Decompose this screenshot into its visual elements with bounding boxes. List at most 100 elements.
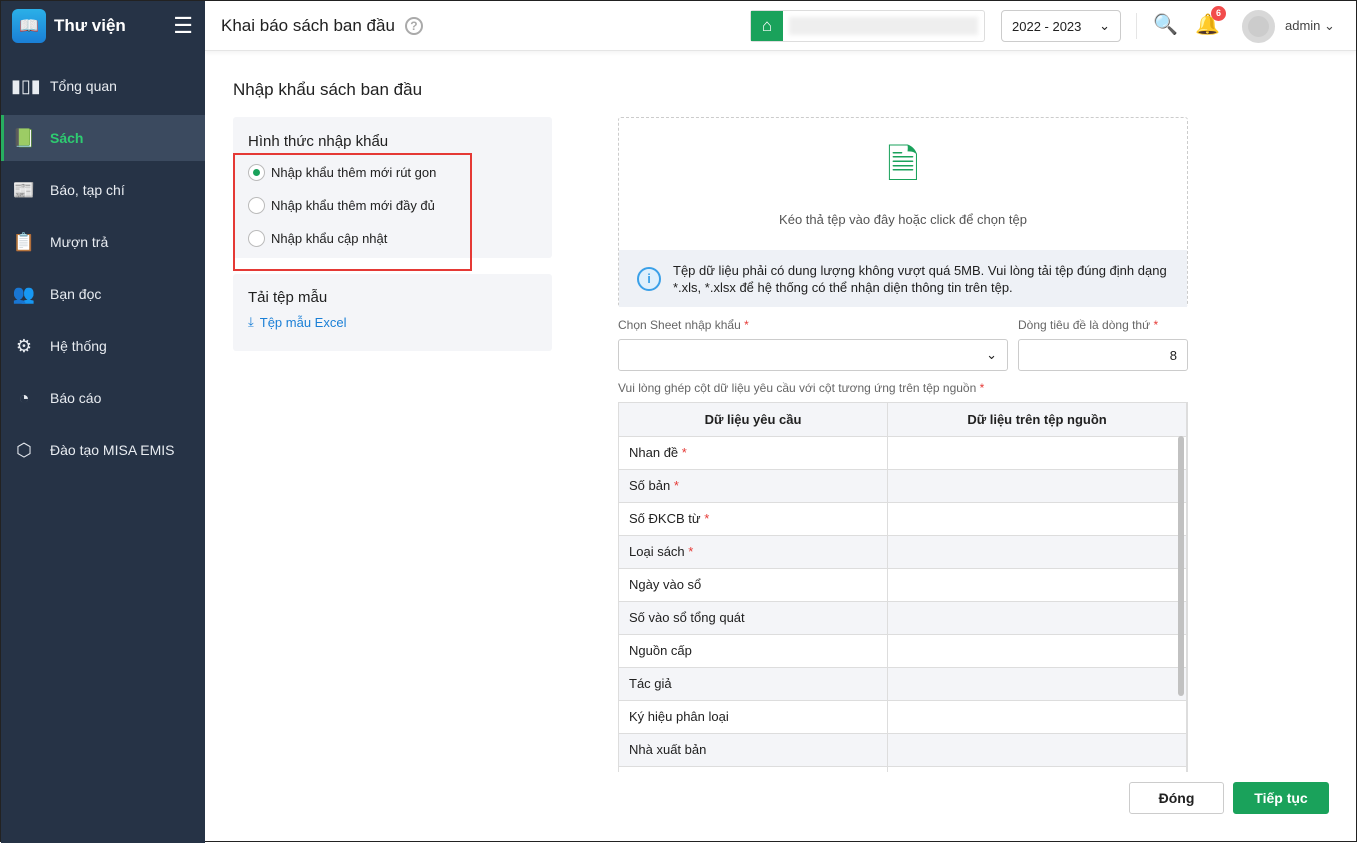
sidebar-item[interactable]: 📗 Sách	[1, 115, 205, 161]
reader-icon: 👥	[12, 283, 36, 304]
source-column-cell[interactable]	[887, 634, 1187, 668]
table-row: Loại sách *	[619, 535, 1187, 569]
page-title: Khai báo sách ban đầu	[221, 15, 395, 35]
help-icon[interactable]: ?	[404, 16, 423, 35]
required-field: Số ĐKCB từ *	[619, 502, 889, 536]
column-header: Dữ liệu trên tệp nguồn	[887, 403, 1187, 437]
sidebar-item-label: Đào tạo MISA EMIS	[50, 442, 175, 458]
sidebar-item-label: Tổng quan	[50, 78, 117, 94]
sidebar-item[interactable]: ▮▯▮ Tổng quan	[1, 63, 205, 109]
file-dropzone[interactable]: 🗎 Kéo thả tệp vào đây hoặc click để chọn …	[618, 117, 1188, 307]
school-selector[interactable]: ⌂	[750, 10, 985, 42]
sidebar-item-label: Mượn trả	[50, 234, 109, 250]
required-field: Ngày vào sổ	[619, 568, 889, 602]
table-row: Số ĐKCB từ *	[619, 502, 1187, 536]
sheet-label: Chọn Sheet nhập khẩu *	[618, 318, 749, 332]
home-icon: ⌂	[751, 11, 783, 41]
table-row: Số vào sổ tổng quát	[619, 601, 1187, 635]
template-excel-link[interactable]: ⤓ Tệp mẫu Excel	[248, 314, 552, 330]
menu-toggle-icon[interactable]: ☰	[173, 13, 193, 39]
required-field: Ký hiệu phân loại	[619, 700, 889, 734]
required-field: Tác giả	[619, 667, 889, 701]
file-download-icon: 🗎	[886, 143, 920, 187]
avatar[interactable]	[1242, 10, 1275, 43]
source-column-cell[interactable]	[887, 568, 1187, 602]
sidebar: 📖 Thư viện ☰ ▮▯▮ Tổng quan 📗 Sách 📰 Báo, tạp …	[1, 1, 205, 843]
template-link-label: Tệp mẫu Excel	[259, 314, 347, 330]
sidebar-item-label: Báo, tạp chí	[50, 182, 125, 198]
pie-chart-icon: ◔	[18, 387, 30, 408]
search-analytics-icon[interactable]: 🔍	[1153, 12, 1178, 37]
source-column-cell[interactable]	[887, 535, 1187, 569]
dropzone-text: Kéo thả tệp vào đây hoặc click để chọn t…	[779, 212, 1027, 227]
year-value: 2022 - 2023	[1012, 18, 1082, 34]
info-icon: i	[637, 266, 661, 291]
book-icon: 📗	[12, 127, 36, 148]
cube-icon: ⬡	[16, 439, 32, 460]
app-name: Thư viện	[54, 16, 126, 35]
mapping-table: Dữ liệu yêu cầu Dữ liệu trên tệp nguồn Nha…	[618, 402, 1188, 772]
source-column-cell[interactable]	[887, 436, 1187, 470]
required-field: Nhà xuất bản	[619, 733, 889, 767]
sidebar-item-label: Bạn đọc	[50, 286, 102, 302]
source-column-cell[interactable]	[887, 601, 1187, 635]
template-card: Tải tệp mẫu ⤓ Tệp mẫu Excel	[233, 274, 552, 351]
template-title: Tải tệp mẫu	[248, 289, 328, 306]
header-row-input[interactable]: 8	[1018, 339, 1188, 371]
table-row: Ngày vào sổ	[619, 568, 1187, 602]
table-row: Nguồn cấp	[619, 634, 1187, 668]
sidebar-item[interactable]: 📰 Báo, tạp chí	[1, 167, 205, 213]
table-row: Tác giả	[619, 667, 1187, 701]
table-row: Số bản *	[619, 469, 1187, 503]
download-icon: ⤓	[248, 314, 254, 329]
close-button[interactable]: Đóng	[1129, 782, 1224, 814]
scrollbar[interactable]	[1178, 436, 1184, 696]
highlight-box	[233, 153, 472, 271]
section-title: Nhập khẩu sách ban đầu	[233, 80, 423, 99]
required-field	[619, 766, 889, 772]
import-type-title: Hình thức nhập khẩu	[248, 133, 389, 150]
chevron-down-icon: ⌄	[1099, 18, 1110, 33]
source-column-cell[interactable]	[887, 700, 1187, 734]
chevron-down-icon: ⌄	[986, 347, 997, 362]
notification-badge: 6	[1211, 6, 1226, 21]
source-column-cell[interactable]	[887, 766, 1187, 772]
column-header: Dữ liệu yêu cầu	[619, 403, 889, 437]
chart-bars-icon: ▮▯▮	[11, 75, 41, 96]
gear-icon: ⚙	[15, 335, 33, 356]
required-field: Số vào sổ tổng quát	[619, 601, 889, 635]
mapping-label: Vui lòng ghép cột dữ liệu yêu cầu với cộ…	[618, 381, 985, 395]
sidebar-item[interactable]: 📋 Mượn trả	[1, 219, 205, 265]
year-select[interactable]: 2022 - 2023 ⌄	[1001, 10, 1121, 42]
source-column-cell[interactable]	[887, 733, 1187, 767]
sidebar-item[interactable]: ◔ Báo cáo	[1, 375, 205, 421]
sidebar-item[interactable]: ⬡ Đào tạo MISA EMIS	[1, 427, 205, 473]
next-button[interactable]: Tiếp tục	[1233, 782, 1329, 814]
table-row: Nhan đề *	[619, 436, 1187, 470]
table-row: Nhà xuất bản	[619, 733, 1187, 767]
username: admin	[1285, 18, 1321, 33]
user-menu[interactable]: admin ⌄	[1285, 18, 1335, 34]
required-field: Số bản *	[619, 469, 889, 503]
info-text: Tệp dữ liệu phải có dung lượng không vượ…	[673, 262, 1167, 295]
table-row	[619, 766, 1187, 772]
sidebar-item-label: Sách	[50, 130, 84, 146]
topbar: Khai báo sách ban đầu ? ⌂ 2022 - 2023 ⌄ 🔍…	[205, 1, 1356, 51]
library-logo-icon: 📖	[12, 9, 46, 43]
header-row-label: Dòng tiêu đề là dòng thứ *	[1018, 318, 1159, 332]
sidebar-item-label: Hệ thống	[50, 338, 107, 354]
sidebar-item-label: Báo cáo	[50, 390, 102, 406]
info-notice: i Tệp dữ liệu phải có dung lượng không vư…	[619, 250, 1187, 307]
sidebar-item[interactable]: 👥 Bạn đọc	[1, 271, 205, 317]
main-content: Nhập khẩu sách ban đầu Hình thức nhập kh…	[205, 52, 1356, 841]
source-column-cell[interactable]	[887, 469, 1187, 503]
source-column-cell[interactable]	[887, 502, 1187, 536]
newspaper-icon: 📰	[12, 179, 36, 200]
borrow-icon: 📋	[12, 231, 36, 252]
source-column-cell[interactable]	[887, 667, 1187, 701]
sheet-select[interactable]: ⌄	[618, 339, 1008, 371]
required-field: Loại sách *	[619, 535, 889, 569]
sidebar-item[interactable]: ⚙ Hệ thống	[1, 323, 205, 369]
app-logo: 📖 Thư viện ☰	[1, 1, 205, 51]
required-field: Nguồn cấp	[619, 634, 889, 668]
